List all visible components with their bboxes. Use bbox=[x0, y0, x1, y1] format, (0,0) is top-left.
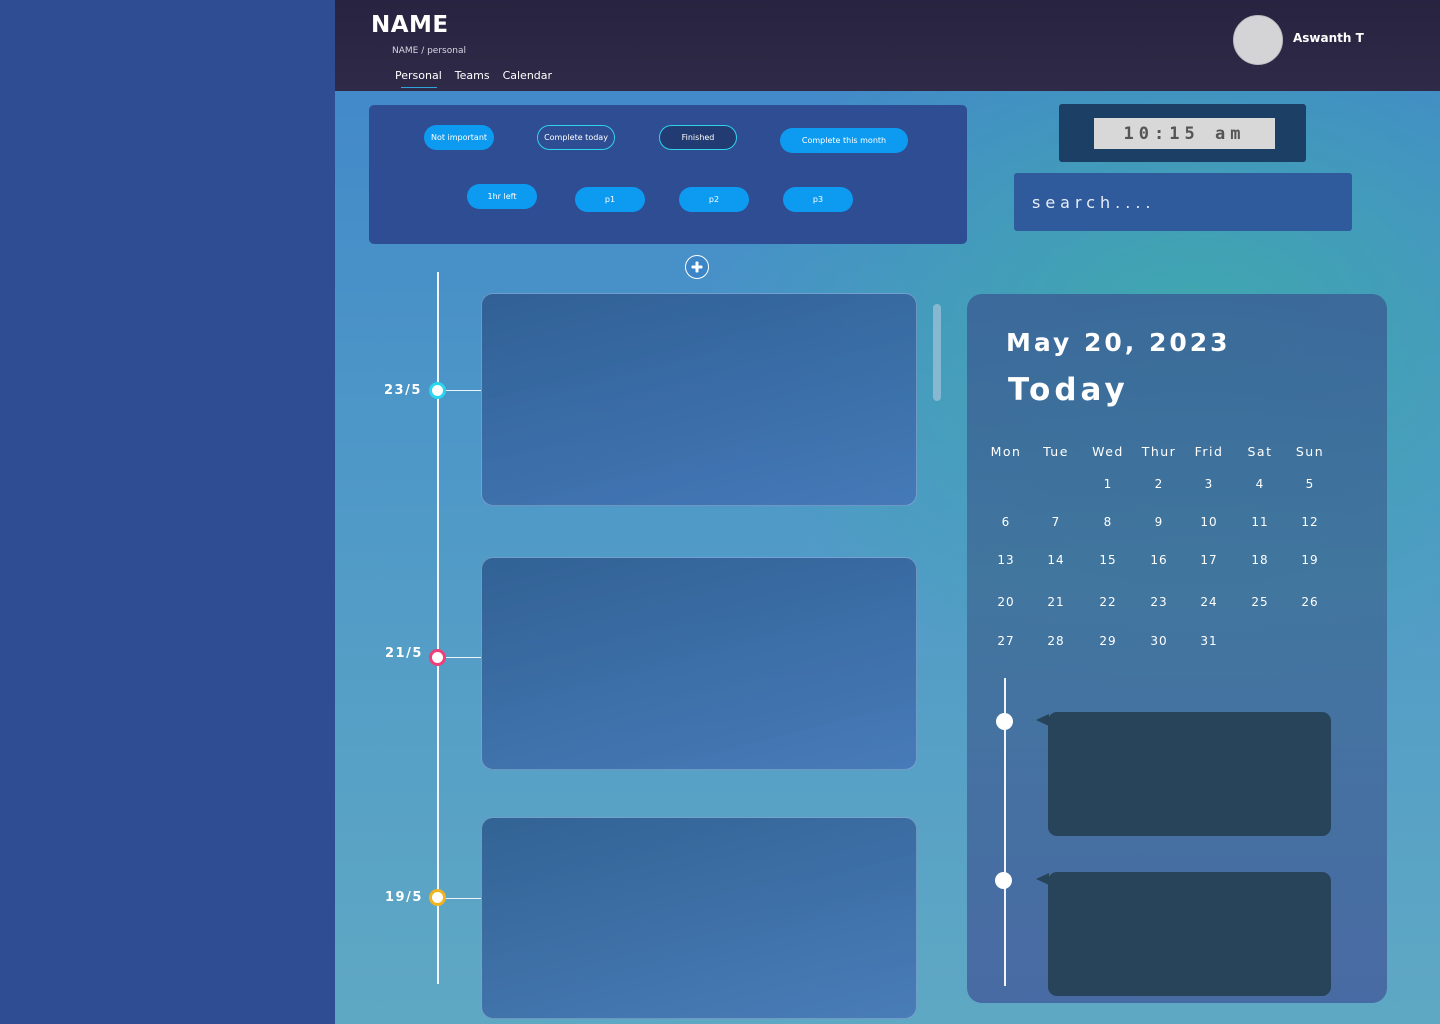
event-card[interactable] bbox=[1048, 872, 1331, 996]
filter-panel: Not important Complete today Finished Co… bbox=[369, 105, 967, 244]
event-card[interactable] bbox=[1048, 712, 1331, 836]
task-card[interactable] bbox=[481, 817, 917, 1019]
calendar-date: May 20, 2023 bbox=[1006, 328, 1231, 357]
timeline-connector bbox=[446, 657, 481, 658]
calendar-day[interactable]: 16 bbox=[1133, 553, 1185, 567]
timeline-node bbox=[429, 649, 446, 666]
event-dot bbox=[995, 872, 1012, 889]
left-sidebar bbox=[0, 0, 335, 1024]
calendar-day[interactable]: 31 bbox=[1183, 634, 1235, 648]
clock-time: 10:15 am bbox=[1094, 118, 1275, 149]
calendar-day[interactable]: 30 bbox=[1133, 634, 1185, 648]
calendar-day[interactable]: 9 bbox=[1133, 515, 1185, 529]
calendar-day[interactable]: 15 bbox=[1082, 553, 1134, 567]
calendar-day[interactable]: 8 bbox=[1082, 515, 1134, 529]
timeline-connector bbox=[446, 898, 481, 899]
nav-tabs: Personal Teams Calendar bbox=[395, 69, 552, 88]
app-title: NAME bbox=[371, 12, 449, 38]
calendar-day[interactable]: 6 bbox=[980, 515, 1032, 529]
calendar-day[interactable]: 3 bbox=[1183, 477, 1235, 491]
tab-calendar[interactable]: Calendar bbox=[503, 69, 552, 88]
timeline-node bbox=[429, 382, 446, 399]
calendar-day[interactable]: 25 bbox=[1234, 595, 1286, 609]
calendar-weekday-header: Sun bbox=[1295, 444, 1325, 459]
timeline-line bbox=[437, 272, 439, 984]
calendar-day[interactable]: 19 bbox=[1284, 553, 1336, 567]
event-dot bbox=[996, 713, 1013, 730]
timeline-node bbox=[429, 889, 446, 906]
plus-icon bbox=[691, 261, 703, 273]
calendar-weekday-header: Tue bbox=[1043, 444, 1069, 459]
filter-complete-this-month[interactable]: Complete this month bbox=[780, 128, 908, 153]
filter-1hr-left[interactable]: 1hr left bbox=[467, 184, 537, 209]
calendar-day[interactable]: 18 bbox=[1234, 553, 1286, 567]
filter-not-important[interactable]: Not important bbox=[424, 125, 494, 150]
search-input[interactable] bbox=[1014, 173, 1352, 231]
avatar[interactable] bbox=[1233, 15, 1283, 65]
timeline-connector bbox=[446, 390, 481, 391]
task-card[interactable] bbox=[481, 293, 917, 506]
calendar-day[interactable]: 1 bbox=[1082, 477, 1134, 491]
top-header: NAME NAME / personal Personal Teams Cale… bbox=[335, 0, 1440, 91]
calendar-day[interactable]: 7 bbox=[1030, 515, 1082, 529]
calendar-weekday-header: Wed bbox=[1092, 444, 1124, 459]
calendar-weekday-header: Mon bbox=[990, 444, 1022, 459]
main-area: NAME NAME / personal Personal Teams Cale… bbox=[335, 0, 1440, 1024]
breadcrumb: NAME / personal bbox=[392, 46, 466, 56]
calendar-day[interactable]: 29 bbox=[1082, 634, 1134, 648]
calendar-today-label: Today bbox=[1008, 372, 1129, 408]
calendar-weekday-header: Frid bbox=[1194, 444, 1224, 459]
calendar-day[interactable]: 4 bbox=[1234, 477, 1286, 491]
tab-personal[interactable]: Personal bbox=[395, 69, 442, 88]
calendar-day[interactable]: 22 bbox=[1082, 595, 1134, 609]
calendar-day[interactable]: 20 bbox=[980, 595, 1032, 609]
add-task-button[interactable] bbox=[685, 255, 709, 279]
clock-widget: 10:15 am bbox=[1059, 104, 1306, 162]
calendar-day[interactable]: 28 bbox=[1030, 634, 1082, 648]
timeline-date-label: 23/5 bbox=[384, 383, 422, 398]
calendar-day[interactable]: 24 bbox=[1183, 595, 1235, 609]
calendar-weekday-header: Sat bbox=[1247, 444, 1273, 459]
timeline-date-label: 21/5 bbox=[385, 646, 423, 661]
calendar-day[interactable]: 10 bbox=[1183, 515, 1235, 529]
calendar-day[interactable]: 11 bbox=[1234, 515, 1286, 529]
user-name[interactable]: Aswanth T bbox=[1293, 31, 1364, 45]
timeline-date-label: 19/5 bbox=[385, 890, 423, 905]
scrollbar-thumb[interactable] bbox=[933, 304, 941, 401]
filter-p3[interactable]: p3 bbox=[783, 187, 853, 212]
calendar-day[interactable]: 17 bbox=[1183, 553, 1235, 567]
tab-teams[interactable]: Teams bbox=[455, 69, 490, 88]
calendar-panel: May 20, 2023 Today Mon Tue Wed Thur Frid Sat S… bbox=[967, 294, 1387, 1003]
filter-complete-today[interactable]: Complete today bbox=[537, 125, 615, 150]
task-card[interactable] bbox=[481, 557, 917, 770]
search-box bbox=[1014, 173, 1352, 231]
calendar-day[interactable]: 2 bbox=[1133, 477, 1185, 491]
calendar-day[interactable]: 21 bbox=[1030, 595, 1082, 609]
filter-p2[interactable]: p2 bbox=[679, 187, 749, 212]
calendar-day[interactable]: 5 bbox=[1284, 477, 1336, 491]
calendar-day[interactable]: 14 bbox=[1030, 553, 1082, 567]
filter-finished[interactable]: Finished bbox=[659, 125, 737, 150]
calendar-day[interactable]: 23 bbox=[1133, 595, 1185, 609]
filter-p1[interactable]: p1 bbox=[575, 187, 645, 212]
calendar-weekday-header: Thur bbox=[1141, 444, 1177, 459]
calendar-day[interactable]: 13 bbox=[980, 553, 1032, 567]
calendar-day[interactable]: 12 bbox=[1284, 515, 1336, 529]
calendar-day[interactable]: 27 bbox=[980, 634, 1032, 648]
calendar-day[interactable]: 26 bbox=[1284, 595, 1336, 609]
